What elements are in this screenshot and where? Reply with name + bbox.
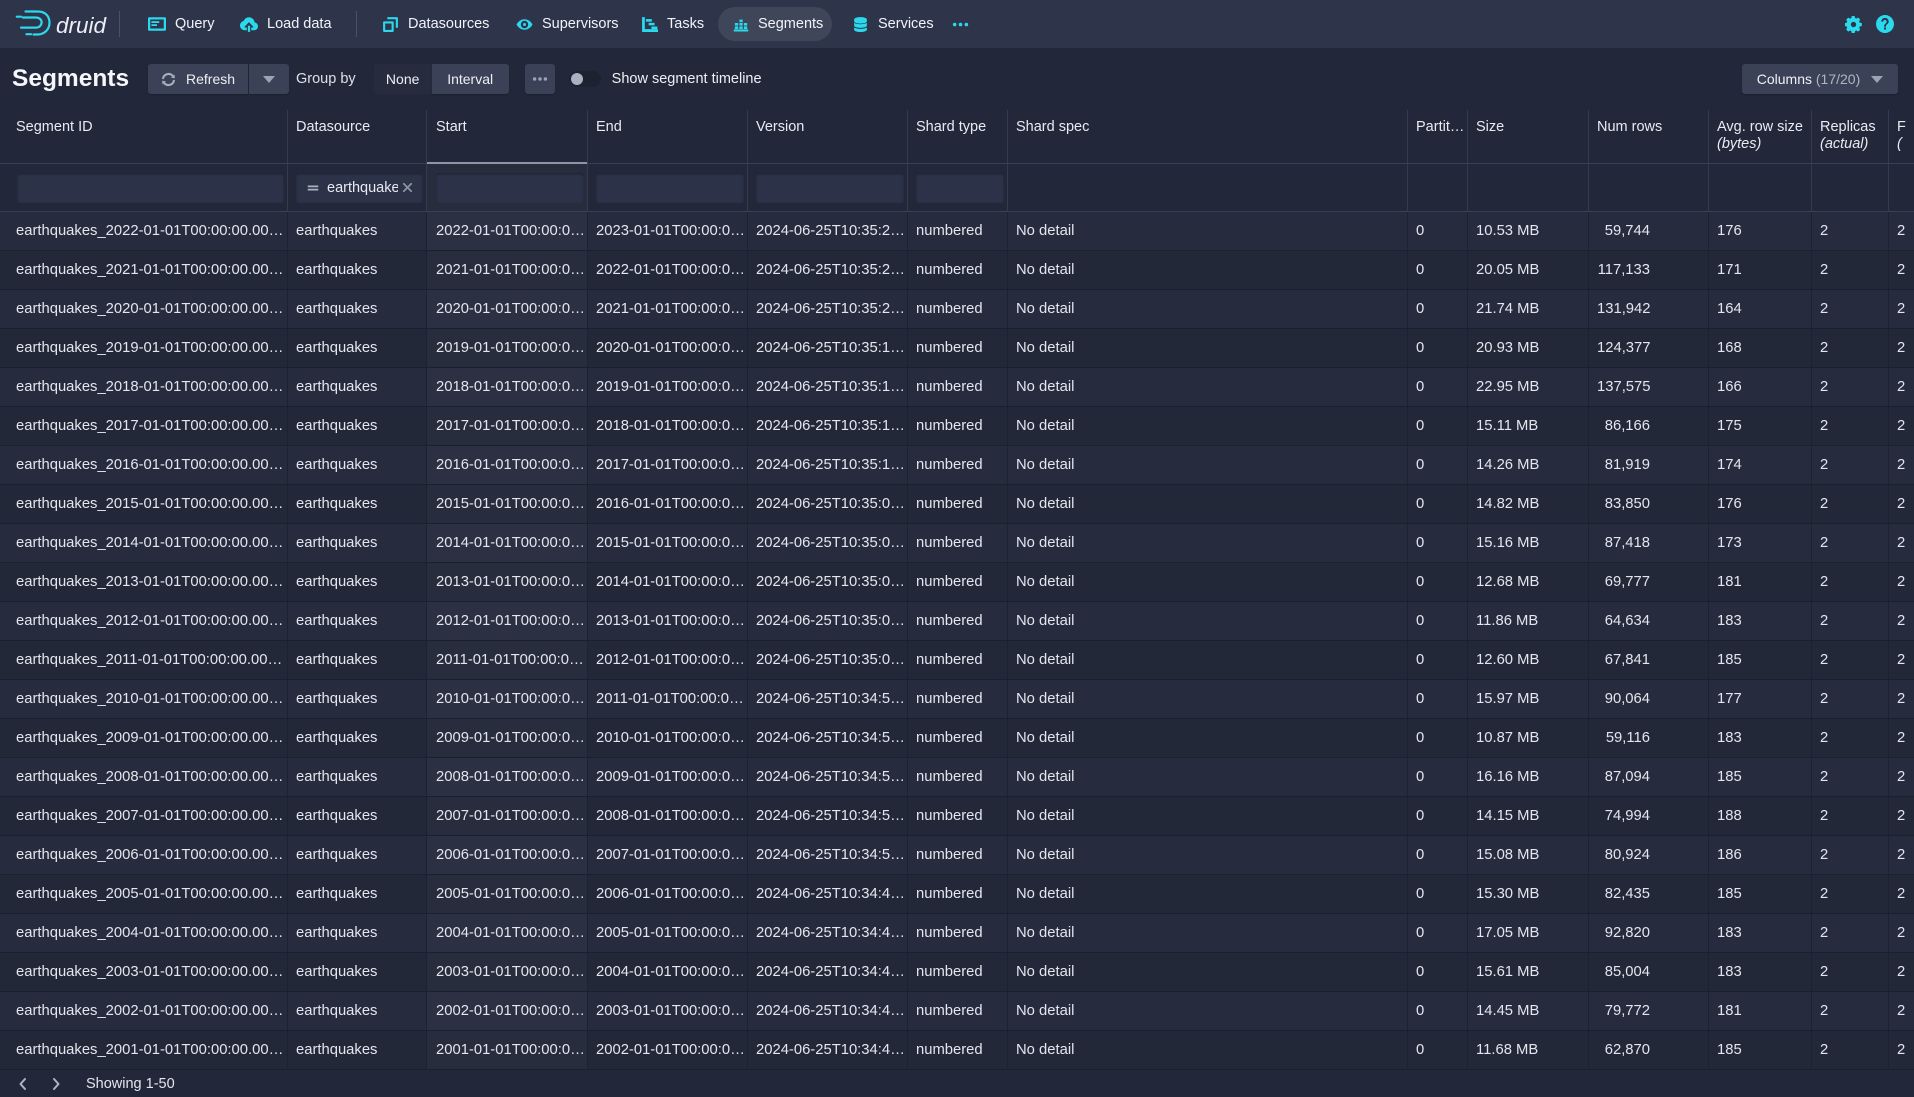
svg-text:druid: druid [56, 13, 108, 38]
